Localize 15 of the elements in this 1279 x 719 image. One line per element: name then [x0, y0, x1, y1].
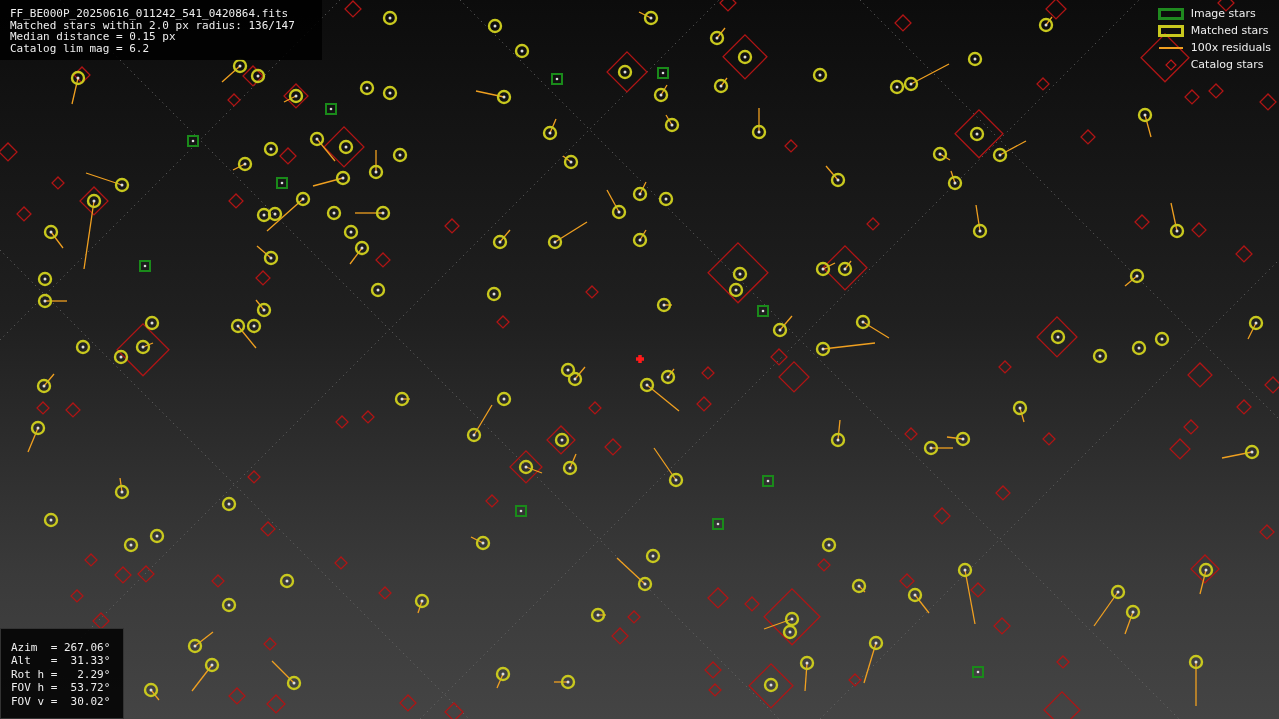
info-text: Median distance = 0.15 px — [10, 31, 176, 43]
legend-box-icon — [1157, 7, 1184, 20]
legend-label: Matched stars — [1190, 24, 1269, 37]
pointing-text: FOV h = 53.72° — [11, 681, 112, 695]
pointing-text: Alt = 31.33° — [11, 654, 112, 668]
legend-label: 100x residuals — [1190, 41, 1271, 54]
pointing-text: Rot h = 2.29° — [11, 667, 112, 681]
info-text: Catalog lim mag = 6.2 — [10, 42, 151, 54]
info-text: Matched stars within 2.0 px radius: 136/147 — [10, 19, 296, 31]
pointing-text: FOV v = 30.02° — [11, 694, 112, 708]
legend-label: Catalog stars — [1190, 58, 1264, 71]
legend-box-icon — [1157, 24, 1184, 37]
legend-label: Image stars — [1190, 7, 1256, 20]
pointing-text: Azim = 267.06° — [11, 640, 112, 654]
info-text: FF_BE000P_20250616_011242_541_0420864.fits — [10, 8, 290, 20]
